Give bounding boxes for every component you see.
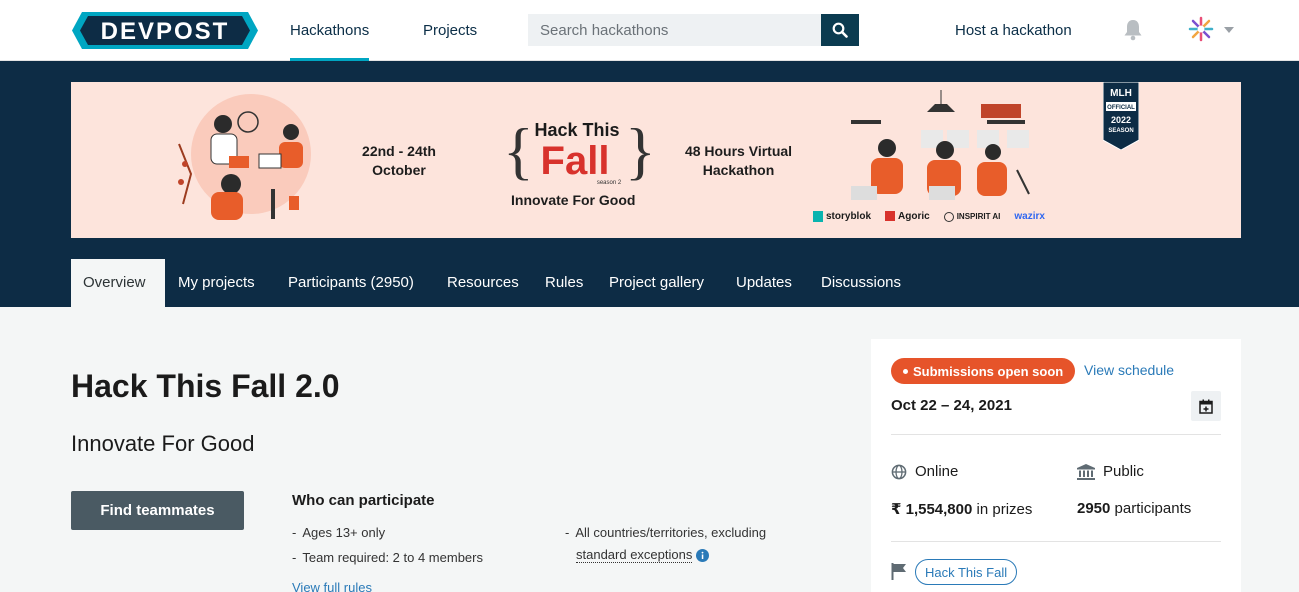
rule-age: - Ages 13+ only [292,525,386,540]
view-full-rules-link[interactable]: View full rules [292,580,372,592]
sponsor-logos: storyblok Agoric INSPIRIT AI wazirx [813,211,1045,222]
event-banner: 22nd - 24th October { } Hack This Fall s… [71,82,1241,238]
prize-total: ₹ 1,554,800 in prizes [891,500,1033,519]
hero-section: 22nd - 24th October { } Hack This Fall s… [0,61,1299,259]
info-icon[interactable] [696,548,710,562]
tab-project-gallery[interactable]: Project gallery [597,259,716,307]
people-illustration-right [851,90,1030,200]
rule-exceptions: standard exceptions [576,547,710,563]
rule-team: - Team required: 2 to 4 members [292,550,483,565]
flag-icon [891,563,906,580]
nav-hackathons[interactable]: Hackathons [290,0,370,61]
tab-my-projects[interactable]: My projects [166,259,267,307]
tab-resources[interactable]: Resources [435,259,531,307]
banner-format: 48 Hours Virtual Hackathon [671,142,806,180]
svg-text:Hack This: Hack This [534,120,619,140]
banner-tagline: Innovate For Good [511,192,636,208]
hack-this-fall-logo: { } Hack This Fall season 2 [503,115,653,186]
eligibility-heading: Who can participate [292,492,435,509]
svg-text:2022: 2022 [1111,115,1131,125]
sponsor-agoric: Agoric [885,211,930,222]
banner-format-line2: Hackathon [702,162,775,178]
bell-icon[interactable] [1123,19,1143,46]
tab-rules[interactable]: Rules [533,259,595,307]
logo-text: DEVPOST [101,18,230,45]
page-tagline: Innovate For Good [71,431,255,456]
search-input[interactable] [528,14,821,46]
prize-amount: ₹ 1,554,800 [891,501,973,518]
devpost-logo[interactable]: DEVPOST [72,12,258,49]
tab-updates[interactable]: Updates [724,259,804,307]
theme-tag[interactable]: Hack This Fall [915,559,1018,585]
nav-projects[interactable]: Projects [423,0,477,61]
tab-overview[interactable]: Overview [71,259,165,307]
page-title: Hack This Fall 2.0 [71,368,340,404]
search-button[interactable] [821,14,859,46]
globe-icon [891,464,907,479]
chevron-down-icon[interactable] [1224,27,1234,33]
svg-text:SEASON: SEASON [1108,128,1133,134]
view-schedule-link[interactable]: View schedule [1084,362,1174,378]
status-badge: Submissions open soon [891,358,1076,384]
svg-text:}: } [625,115,653,186]
rule-countries: - All countries/territories, excluding [565,525,767,540]
svg-text:MLH: MLH [1110,88,1132,99]
divider [891,434,1221,435]
avatar[interactable] [1187,15,1215,43]
standard-exceptions-link[interactable]: standard exceptions [576,547,693,563]
participant-count[interactable]: 2950 participants [1077,500,1191,517]
banner-format-line1: 48 Hours Virtual [684,143,793,159]
top-navbar: DEVPOST Hackathons Projects Host a hacka… [0,0,1299,61]
participants-number: 2950 [1077,500,1111,517]
add-to-calendar-button[interactable] [1191,391,1221,421]
visibility: Public [1077,463,1144,480]
svg-text:OFFICIAL: OFFICIAL [1107,105,1135,111]
find-teammates-button[interactable]: Find teammates [71,491,244,530]
banner-dates-line2: October [372,162,426,178]
svg-text:Fall: Fall [541,139,610,183]
location: Online [891,463,958,480]
institution-icon [1077,463,1095,480]
sponsor-wazirx: wazirx [1014,211,1045,223]
mlh-official-badge: MLH OFFICIAL 2022 SEASON [1103,82,1139,150]
calendar-plus-icon [1199,399,1213,414]
sponsor-storyblok: storyblok [813,211,871,222]
host-hackathon-link[interactable]: Host a hackathon [955,0,1072,61]
divider [891,541,1221,542]
banner-dates-line1: 22nd - 24th [362,143,436,159]
sponsor-inspirit: INSPIRIT AI [943,211,1000,222]
search-bar [528,14,859,46]
banner-dates: 22nd - 24th October [339,142,459,180]
tab-discussions[interactable]: Discussions [809,259,913,307]
hackathon-tabs: Overview My projects Participants (2950)… [0,259,1299,307]
event-dates: Oct 22 – 24, 2021 [891,397,1012,414]
tab-participants[interactable]: Participants (2950) [276,259,426,307]
search-icon [832,22,848,38]
svg-text:season 2: season 2 [597,180,622,186]
people-illustration-left [178,94,311,220]
event-info-card: Submissions open soon View schedule Oct … [871,339,1241,592]
svg-text:{: { [503,115,534,186]
